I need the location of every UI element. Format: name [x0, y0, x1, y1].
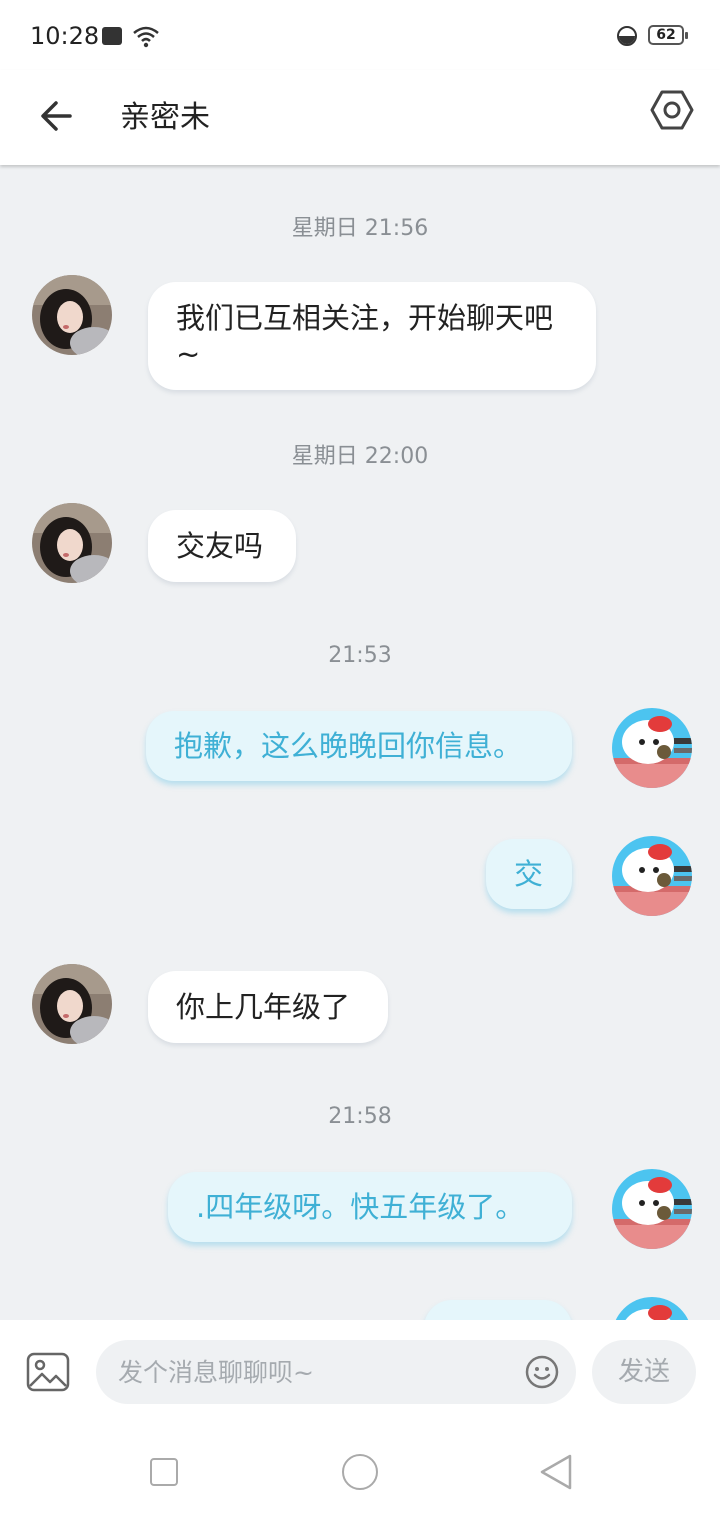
image-icon[interactable] [26, 1352, 70, 1392]
settings-icon[interactable] [648, 86, 696, 134]
message-bubble-outgoing[interactable]: .四年级呀。快五年级了。 [168, 1172, 572, 1242]
message-list[interactable]: 星期日 21:56 我们已互相关注，开始聊天吧~ 星期日 22:00 交友吗 2… [0, 165, 720, 1320]
back-arrow-icon[interactable] [32, 90, 84, 142]
message-bubble-outgoing[interactable] [424, 1300, 572, 1320]
notification-icon [102, 27, 122, 45]
do-not-disturb-icon [617, 26, 637, 46]
message-input[interactable] [118, 1340, 508, 1404]
message-timestamp: 21:58 [328, 1104, 392, 1129]
message-input-wrapper [96, 1340, 576, 1404]
my-avatar[interactable] [612, 1169, 692, 1249]
wifi-icon [133, 26, 159, 48]
my-avatar[interactable] [612, 836, 692, 916]
send-button[interactable]: 发送 [592, 1340, 696, 1404]
message-input-bar: 发送 [0, 1320, 720, 1420]
nav-back-icon[interactable] [538, 1452, 574, 1492]
message-timestamp: 21:53 [328, 643, 392, 668]
status-bar: 10:28 62 [0, 0, 720, 70]
contact-avatar[interactable] [32, 275, 112, 355]
contact-avatar[interactable] [32, 503, 112, 583]
message-bubble-outgoing[interactable]: 交 [486, 839, 572, 909]
message-bubble-incoming[interactable]: 我们已互相关注，开始聊天吧~ [148, 282, 596, 390]
recent-apps-icon[interactable] [150, 1458, 178, 1486]
emoji-icon[interactable] [524, 1354, 560, 1390]
my-avatar[interactable] [612, 708, 692, 788]
home-icon[interactable] [342, 1454, 378, 1490]
my-avatar[interactable] [612, 1297, 692, 1320]
chat-title: 亲密未 [120, 100, 210, 135]
chat-header: 亲密未 [0, 70, 720, 165]
message-timestamp: 星期日 21:56 [291, 216, 429, 241]
battery-icon: 62 [648, 25, 688, 45]
message-bubble-outgoing[interactable]: 抱歉，这么晚晚回你信息。 [146, 711, 572, 781]
system-navigation-bar [0, 1420, 720, 1520]
contact-avatar[interactable] [32, 964, 112, 1044]
message-timestamp: 星期日 22:00 [291, 444, 429, 469]
message-bubble-incoming[interactable]: 你上几年级了 [148, 971, 388, 1043]
message-bubble-incoming[interactable]: 交友吗 [148, 510, 296, 582]
status-time: 10:28 [30, 22, 100, 50]
